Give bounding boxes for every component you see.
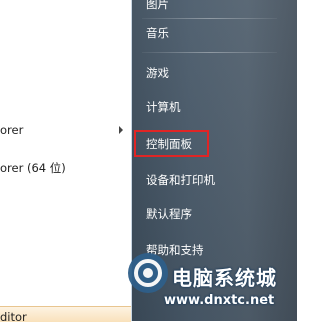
menu-item-music[interactable]: 音乐 [146,25,169,41]
menu-item-games[interactable]: 游戏 [146,65,169,81]
menu-separator [142,52,277,53]
watermark-logo-icon [128,253,168,293]
menu-item-pictures[interactable]: 图片 [146,0,169,12]
menu-item-computer[interactable]: 计算机 [146,99,181,115]
watermark-url: www.dnxtc.net [164,293,275,308]
program-list-pane: orer orer (64 位) ditor [0,0,132,324]
submenu-arrow-icon [119,126,123,134]
program-item-explorer[interactable]: orer [0,119,131,141]
watermark-title: 电脑系统城 [172,266,277,290]
menu-item-default-programs[interactable]: 默认程序 [146,206,192,222]
menu-separator [142,18,277,19]
program-item-label: orer (64 位) [0,161,66,175]
menu-item-devices-printers[interactable]: 设备和打印机 [146,172,215,188]
control-panel-highlight-box [134,130,209,157]
program-item-label: ditor [0,310,27,324]
program-item-editor[interactable]: ditor [0,306,131,324]
program-item-explorer-64[interactable]: orer (64 位) [0,157,66,179]
program-item-label: orer [0,123,24,137]
